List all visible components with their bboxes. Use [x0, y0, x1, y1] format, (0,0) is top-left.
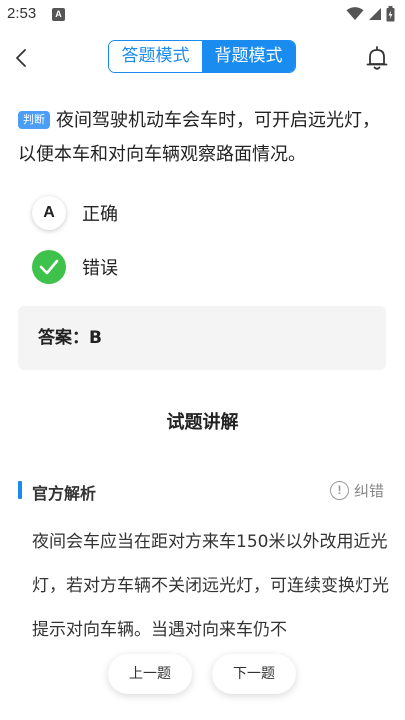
status-bar: 2:53 A — [0, 0, 405, 30]
signal-icon — [369, 8, 381, 20]
answer-box: 答案：B — [18, 306, 386, 370]
status-icons — [346, 6, 395, 22]
next-question-button[interactable]: 下一题 — [212, 654, 296, 694]
wifi-icon — [346, 7, 364, 20]
option-a[interactable]: A 正确 — [32, 195, 352, 231]
exclamation-circle-icon: ! — [330, 481, 349, 500]
report-error-button[interactable]: ! 纠错 — [330, 480, 384, 501]
option-a-marker: A — [32, 196, 66, 230]
report-error-label: 纠错 — [354, 482, 385, 500]
section-accent-bar — [18, 481, 22, 499]
official-analysis-label: 官方解析 — [32, 484, 97, 503]
answer-text: 答案：B — [38, 328, 102, 348]
back-button[interactable] — [10, 44, 34, 72]
option-b-marker — [32, 250, 66, 284]
option-a-text: 正确 — [82, 204, 118, 225]
mode-switch: 答题模式 背题模式 — [108, 40, 296, 73]
notification-button[interactable] — [364, 44, 390, 72]
question-type-badge: 判断 — [18, 111, 50, 129]
chevron-left-icon — [16, 49, 26, 67]
explanation-text: 夜间会车应当在距对方来车150米以外改用近光灯，若对方车辆不关闭远光灯，可连续变… — [32, 532, 389, 640]
prev-question-button[interactable]: 上一题 — [108, 654, 192, 694]
top-app-bar: 答题模式 背题模式 — [0, 30, 405, 86]
question-stem: 判断 夜间驾驶机动车会车时，可开启远光灯，以便本车和对向车辆观察路面情况。 — [18, 104, 390, 172]
battery-icon — [386, 6, 395, 22]
option-b-text: 错误 — [82, 258, 118, 279]
option-b[interactable]: 错误 — [32, 249, 352, 285]
bell-icon — [366, 46, 388, 70]
tab-recite-mode[interactable]: 背题模式 — [202, 41, 295, 72]
question-text: 夜间驾驶机动车会车时，可开启远光灯，以便本车和对向车辆观察路面情况。 — [18, 110, 380, 165]
notification-icon: A — [52, 8, 65, 21]
status-time: 2:53 — [7, 5, 37, 22]
checkmark-icon — [39, 259, 59, 275]
section-title: 试题讲解 — [166, 412, 239, 433]
tab-answer-mode[interactable]: 答题模式 — [109, 41, 202, 72]
